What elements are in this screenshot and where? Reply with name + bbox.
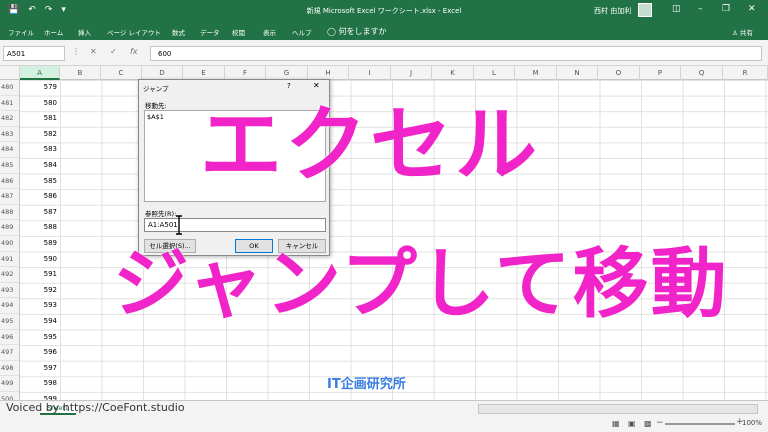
formula-input[interactable]: 600 (150, 46, 762, 61)
cell[interactable]: 587 (20, 205, 60, 221)
cell[interactable]: 596 (20, 345, 60, 361)
row-header[interactable]: 482 (0, 111, 19, 127)
tab-insert[interactable]: 挿入 (78, 27, 91, 37)
formula-bar: A501 ⋮ ✕ ✓ fx 600 (0, 40, 768, 66)
window-title: 新規 Microsoft Excel ワークシート.xlsx - Excel (306, 7, 462, 15)
cell[interactable]: 586 (20, 189, 60, 205)
voiced-by-credit: Voiced by https://CoeFont.studio (6, 401, 185, 414)
row-header[interactable]: 486 (0, 174, 19, 190)
row-header[interactable]: 480 (0, 80, 19, 96)
enter-icon[interactable]: ✓ (110, 47, 117, 56)
restore-icon[interactable]: ❐ (722, 4, 730, 14)
tell-me-label: 何をしますか (338, 27, 387, 36)
tab-data[interactable]: データ (200, 27, 220, 37)
row-header[interactable]: 487 (0, 189, 19, 205)
cell[interactable]: 597 (20, 361, 60, 377)
cell[interactable]: 581 (20, 111, 60, 127)
row-header[interactable]: 498 (0, 361, 19, 377)
row-header[interactable]: 490 (0, 236, 19, 252)
row-header[interactable]: 492 (0, 267, 19, 283)
minimize-icon[interactable]: – (698, 4, 703, 14)
tab-page-layout[interactable]: ページ レイアウト (107, 27, 161, 37)
row-header[interactable]: 495 (0, 314, 19, 330)
row-header[interactable]: 496 (0, 330, 19, 346)
page-layout-icon[interactable]: ▣ (628, 419, 636, 428)
column-header[interactable]: P (640, 66, 681, 80)
cell[interactable]: 593 (20, 298, 60, 314)
cell[interactable]: 590 (20, 252, 60, 268)
cell[interactable]: 591 (20, 267, 60, 283)
row-header[interactable]: 488 (0, 205, 19, 221)
ribbon-display-icon[interactable]: ◫ (672, 4, 681, 14)
cell[interactable]: 585 (20, 174, 60, 190)
horizontal-scrollbar[interactable] (478, 404, 758, 414)
cell[interactable]: 594 (20, 314, 60, 330)
tell-me-search[interactable]: ◯ 何をしますか (327, 26, 387, 37)
cell[interactable]: 592 (20, 283, 60, 299)
row-header[interactable]: 489 (0, 220, 19, 236)
cell[interactable]: 595 (20, 330, 60, 346)
caption-subtitle: ジャンプして移動 (113, 239, 729, 328)
close-icon[interactable]: ✕ (748, 4, 756, 14)
function-icon[interactable]: fx (130, 47, 138, 56)
column-header[interactable]: R (723, 66, 768, 80)
row-header[interactable]: 481 (0, 96, 19, 112)
goto-label: 移動先: (145, 102, 167, 110)
ribbon-tabs: ファイル ホーム 挿入 ページ レイアウト 数式 データ 校閲 表示 ヘルプ ◯… (0, 22, 768, 40)
cell[interactable]: 584 (20, 158, 60, 174)
tab-view[interactable]: 表示 (263, 27, 276, 37)
column-a-values: 579 580 581 582 583 584 585 586 587 588 … (20, 80, 60, 424)
share-button[interactable]: ♙ 共有 (732, 27, 753, 37)
row-header[interactable]: 497 (0, 345, 19, 361)
caption-title: エクセル (200, 98, 541, 193)
cell[interactable]: 588 (20, 220, 60, 236)
row-header[interactable]: 491 (0, 252, 19, 268)
column-header[interactable]: D (142, 66, 183, 80)
avatar[interactable] (638, 3, 652, 17)
zoom-slider[interactable] (665, 423, 735, 425)
tab-review[interactable]: 校閲 (232, 27, 245, 37)
person-icon: ♙ (732, 29, 738, 37)
user-name[interactable]: 西村 由加利 (594, 6, 631, 16)
tab-file[interactable]: ファイル (8, 27, 34, 37)
column-header[interactable]: B (60, 66, 101, 80)
cell[interactable]: 598 (20, 376, 60, 392)
page-break-icon[interactable]: ▩ (644, 419, 652, 428)
row-header[interactable]: 483 (0, 127, 19, 143)
tab-home[interactable]: ホーム (44, 27, 63, 37)
reference-label: 参照先(R): (145, 210, 177, 218)
row-header[interactable]: 485 (0, 158, 19, 174)
share-label: 共有 (739, 29, 753, 37)
row-header[interactable]: 499 (0, 376, 19, 392)
cell[interactable]: 582 (20, 127, 60, 143)
row-header[interactable]: 494 (0, 298, 19, 314)
column-header[interactable]: C (101, 66, 142, 80)
column-header[interactable]: A (20, 66, 60, 80)
row-headers: 480 481 482 483 484 485 486 487 488 489 … (0, 80, 20, 424)
column-header[interactable]: Q (681, 66, 723, 80)
cell[interactable]: 580 (20, 96, 60, 112)
cell[interactable]: 583 (20, 142, 60, 158)
tab-help[interactable]: ヘルプ (292, 27, 312, 37)
more-icon: ⋮ (72, 47, 80, 56)
cell[interactable]: 589 (20, 236, 60, 252)
name-box[interactable]: A501 (3, 46, 65, 61)
lightbulb-icon: ◯ (327, 27, 336, 36)
zoom-level[interactable]: 100% (742, 419, 762, 427)
tab-formulas[interactable]: 数式 (172, 27, 185, 37)
zoom-out-icon[interactable]: − (656, 418, 664, 428)
cell[interactable]: 579 (20, 80, 60, 96)
row-header[interactable]: 484 (0, 142, 19, 158)
column-header[interactable]: O (598, 66, 640, 80)
dialog-title: ジャンプ (143, 85, 169, 93)
normal-view-icon[interactable]: ▦ (612, 419, 620, 428)
row-header[interactable]: 493 (0, 283, 19, 299)
column-header[interactable]: N (557, 66, 598, 80)
brand-watermark: IT企画研究所 (327, 377, 406, 392)
select-all-corner[interactable] (0, 66, 20, 80)
title-bar: 💾 ↶ ↷ ▾ 新規 Microsoft Excel ワークシート.xlsx -… (0, 0, 768, 22)
cancel-icon[interactable]: ✕ (90, 47, 97, 56)
